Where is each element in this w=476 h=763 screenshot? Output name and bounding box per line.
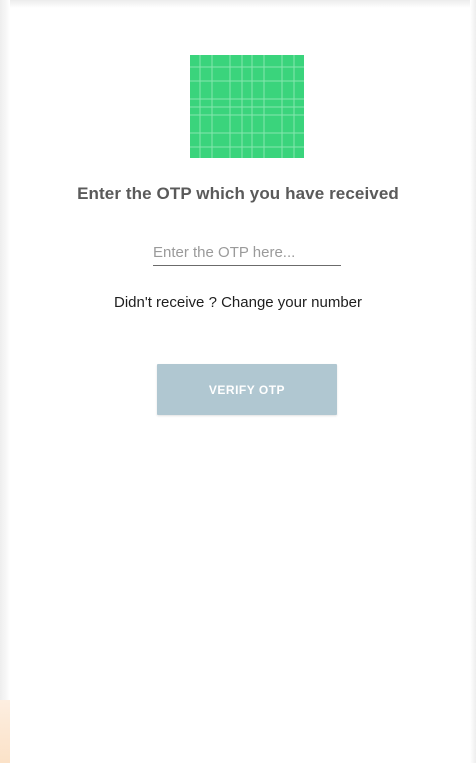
grid-logo-icon xyxy=(190,55,304,158)
verify-otp-button[interactable]: VERIFY OTP xyxy=(157,364,337,415)
change-number-link[interactable]: Didn't receive ? Change your number xyxy=(0,294,476,311)
otp-heading: Enter the OTP which you have received xyxy=(77,184,399,203)
otp-input[interactable] xyxy=(153,240,341,266)
otp-screen: Enter the OTP which you have received Di… xyxy=(0,0,476,763)
frame-top-edge xyxy=(0,0,476,8)
frame-left-edge xyxy=(0,0,10,763)
frame-left-accent xyxy=(0,700,10,763)
otp-field-wrapper xyxy=(153,240,341,268)
frame-right-edge xyxy=(470,0,476,763)
